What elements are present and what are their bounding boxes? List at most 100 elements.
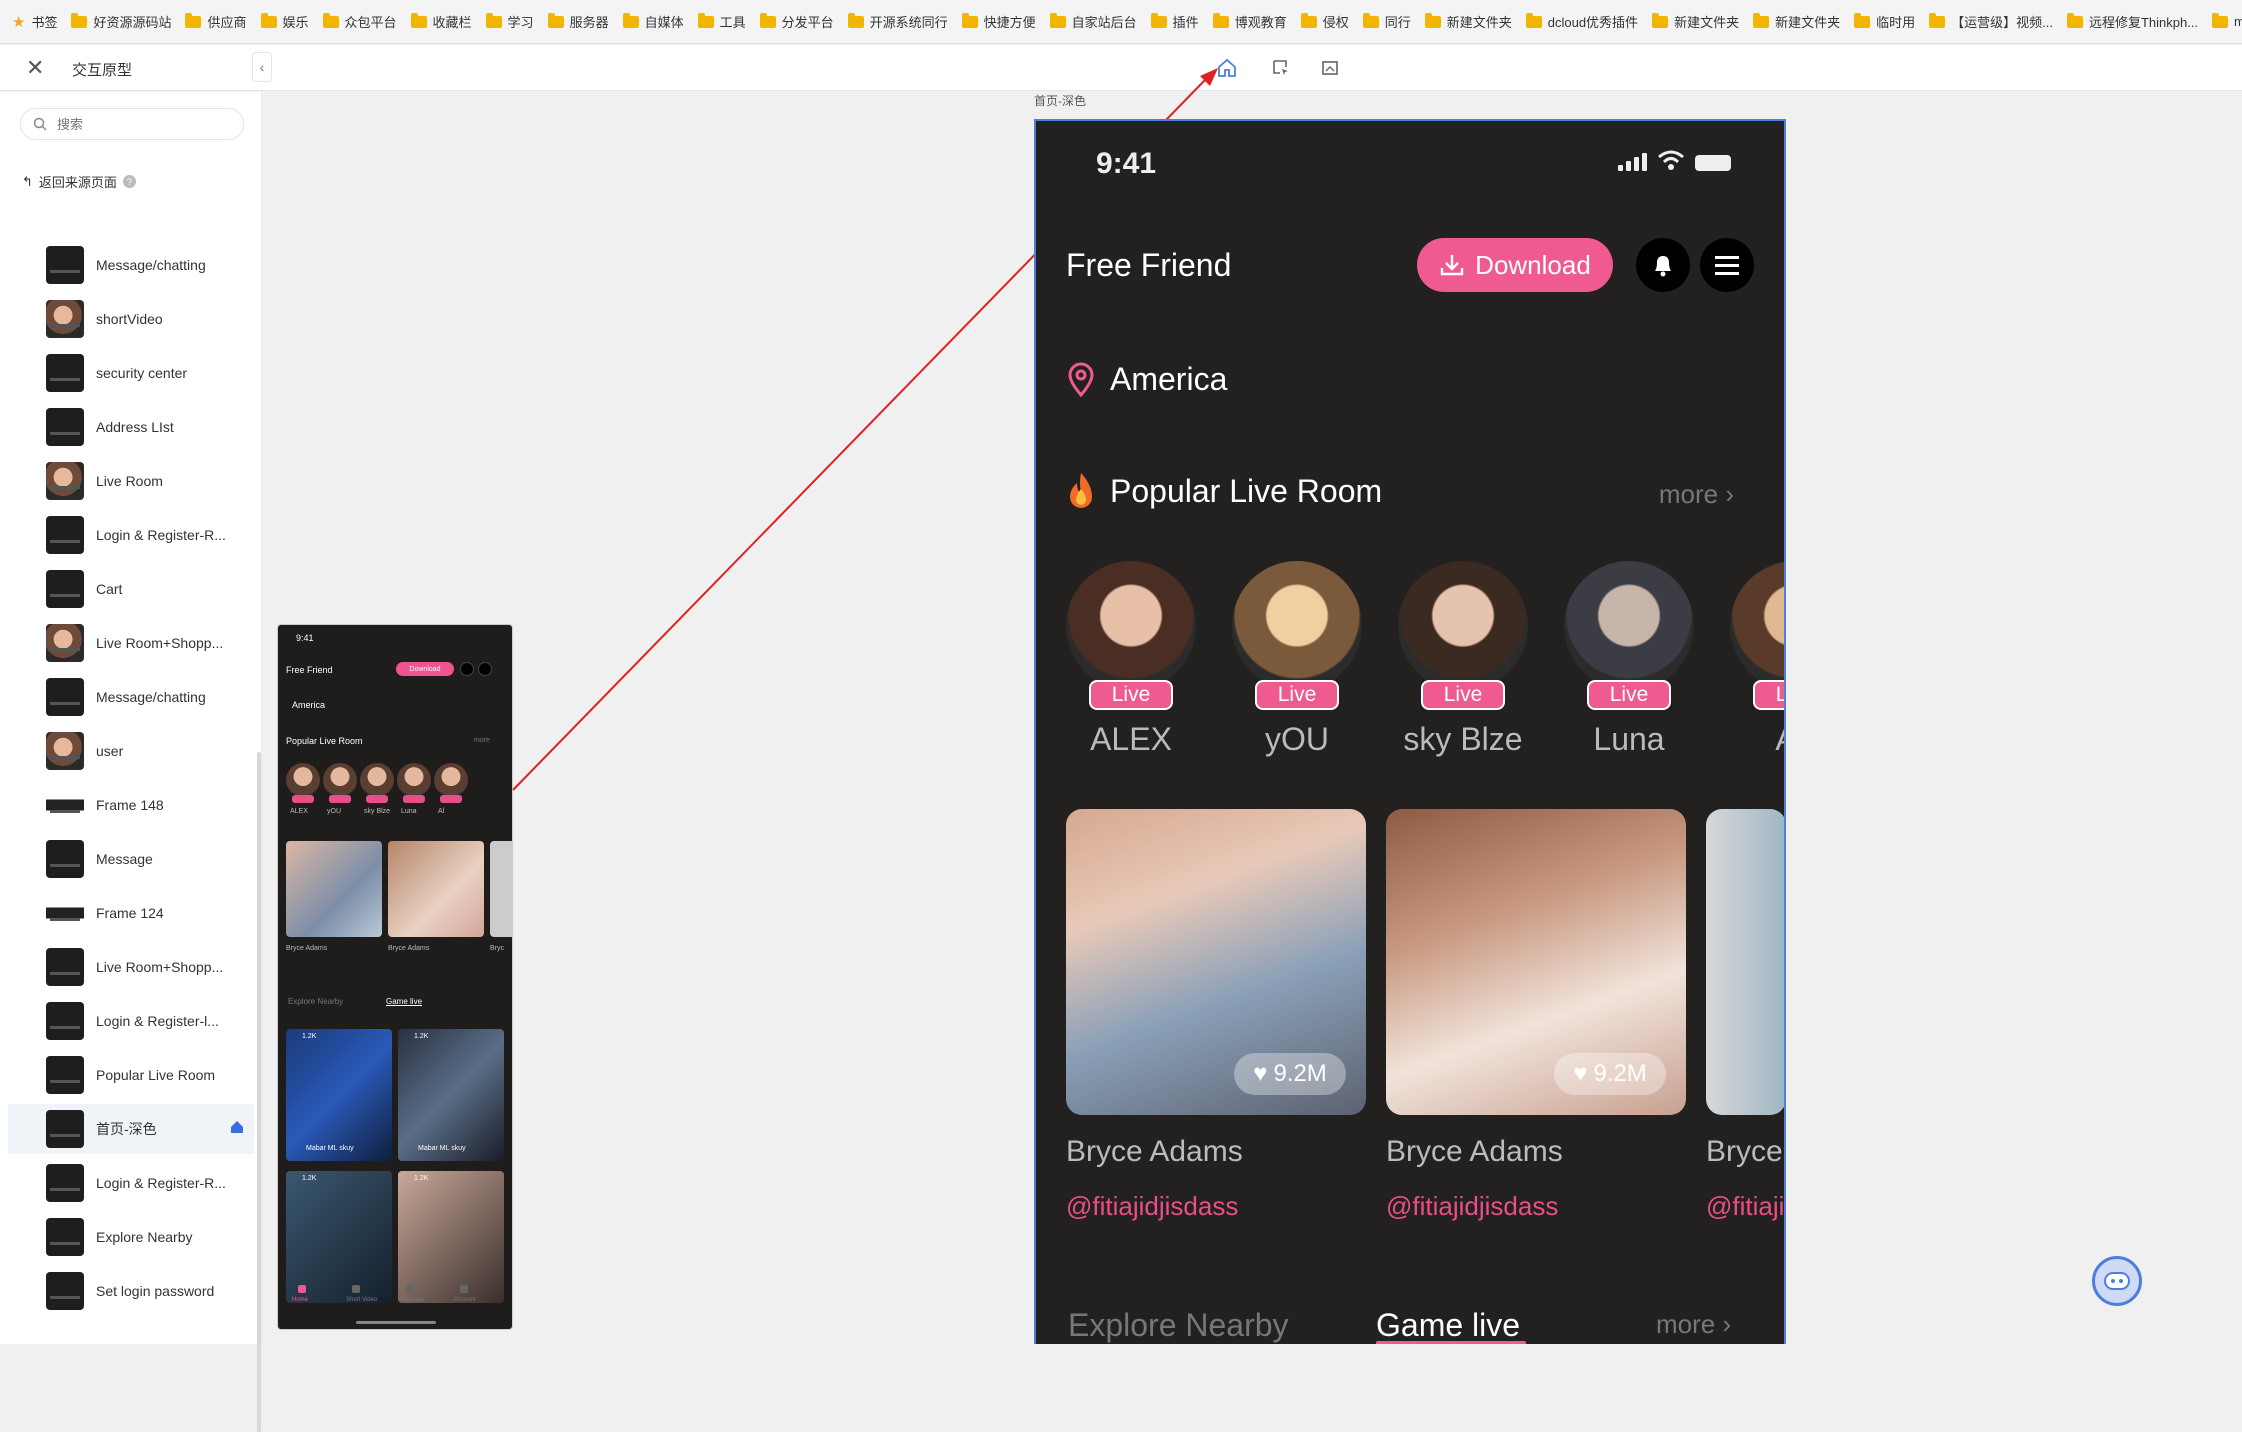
page-list-item[interactable]: Message/chatting [8, 672, 254, 722]
page-list-item[interactable]: shortVideo [8, 294, 254, 344]
bookmark-item[interactable]: 学习 [485, 12, 534, 31]
page-list-item[interactable]: Frame 148 [8, 780, 254, 830]
page-list-item[interactable]: Message/chatting [8, 240, 254, 290]
mini-card-1 [286, 841, 382, 937]
page-list-item[interactable]: security center [8, 348, 254, 398]
page-list-item[interactable]: user [8, 726, 254, 776]
bookmark-item[interactable]: 众包平台 [322, 12, 397, 31]
page-list-item[interactable]: Login & Register-R... [8, 1158, 254, 1208]
page-list-item[interactable]: Frame 124 [8, 888, 254, 938]
mini-nav-label: Account [454, 1297, 476, 1303]
bookmark-item[interactable]: 供应商 [185, 12, 247, 31]
collapse-sidebar-button[interactable]: ‹ [252, 52, 272, 82]
page-thumbnail [46, 354, 84, 392]
card-host-name: Bryce Adams [1066, 1135, 1243, 1168]
bookmark-item[interactable]: 开源系统同行 [847, 12, 948, 31]
help-icon[interactable]: ? [122, 175, 136, 188]
bookmark-item[interactable]: dcloud优秀插件 [1525, 12, 1638, 31]
bookmark-label: 服务器 [569, 15, 609, 30]
tab-game-live[interactable]: Game live [1376, 1307, 1520, 1344]
streamer-avatar[interactable] [1232, 561, 1362, 691]
page-list-item[interactable]: Popular Live Room [8, 1050, 254, 1100]
bookmark-item[interactable]: 服务器 [547, 12, 609, 31]
mini-time: 9:41 [296, 633, 314, 643]
folder-icon [961, 12, 978, 28]
more-link[interactable]: more › [1659, 479, 1734, 510]
bookmark-item[interactable]: 侵权 [1300, 12, 1349, 31]
page-list-item[interactable]: Address LIst [8, 402, 254, 452]
bookmark-item[interactable]: 工具 [697, 12, 746, 31]
search-input[interactable] [55, 115, 215, 133]
page-list-item[interactable]: Cart [8, 564, 254, 614]
live-card[interactable]: ♥ 9.2M [1066, 809, 1366, 1115]
bookmark-item[interactable]: 快捷方便 [961, 12, 1036, 31]
bookmark-item[interactable]: 插件 [1150, 12, 1199, 31]
page-list-item[interactable]: Explore Nearby [8, 1212, 254, 1262]
page-list-item[interactable]: Login & Register-l... [8, 996, 254, 1046]
page-list-label: shortVideo [96, 311, 163, 327]
page-list-item[interactable]: Login & Register-R... [8, 510, 254, 560]
bookmark-item[interactable]: 收藏栏 [410, 12, 472, 31]
bookmark-item[interactable]: 新建文件夹 [1753, 12, 1840, 31]
sidebar-scrollbar[interactable] [257, 752, 261, 1432]
mini-live-badge [440, 795, 462, 803]
page-list-item[interactable]: Live Room+Shopp... [8, 618, 254, 668]
card-host-handle[interactable]: @fitiajidjisdass [1066, 1191, 1238, 1222]
mini-streamer-name: Luna [401, 808, 417, 815]
bookmark-item[interactable]: mp3 [2212, 12, 2242, 29]
notification-button[interactable] [1636, 238, 1690, 292]
page-list-item[interactable]: 首页-深色 [8, 1104, 254, 1154]
streamer-avatar[interactable] [1066, 561, 1196, 691]
menu-button[interactable] [1700, 238, 1754, 292]
page-list-item[interactable]: Set login password [8, 1266, 254, 1316]
bookmark-item[interactable]: 自家站后台 [1049, 12, 1137, 31]
select-icon[interactable] [1268, 55, 1294, 81]
mini-phone-preview[interactable]: 9:41 Free Friend Download America Popula… [277, 624, 513, 1330]
phone-frame[interactable]: 9:41 Free Friend Download America Popula… [1034, 119, 1786, 1344]
bookmark-item[interactable]: 娱乐 [260, 12, 309, 31]
page-thumbnail [46, 1218, 84, 1256]
close-icon[interactable]: ✕ [26, 55, 44, 81]
page-list-item[interactable]: Message [8, 834, 254, 884]
bookmark-item[interactable]: 临时用 [1854, 12, 1915, 31]
card-host-handle[interactable]: @fitiajidjisdass [1386, 1191, 1558, 1222]
mini-nav-label: Short Video [346, 1297, 378, 1303]
folder-icon [1929, 12, 1946, 28]
page-list-label: Login & Register-l... [96, 1013, 219, 1029]
bookmark-item[interactable]: 同行 [1362, 12, 1411, 31]
bookmark-item[interactable]: 远程修复Thinkph... [2066, 12, 2198, 31]
bookmark-item[interactable]: 自媒体 [622, 12, 684, 31]
more-link-2[interactable]: more › [1656, 1309, 1731, 1340]
bookmark-item[interactable]: ★ 书签 [12, 12, 57, 31]
bookmark-item[interactable]: 好资源源码站 [71, 12, 171, 31]
back-to-source-link[interactable]: ↰ 返回来源页面 ? [22, 172, 136, 191]
streamer-avatar[interactable] [1564, 561, 1694, 691]
download-button[interactable]: Download [1417, 238, 1613, 292]
streamer-avatar[interactable] [1730, 561, 1784, 691]
fit-screen-icon[interactable] [1317, 55, 1343, 81]
mini-nav-label: Message [400, 1297, 425, 1303]
search-box[interactable] [20, 108, 244, 140]
live-card[interactable] [1706, 809, 1784, 1115]
page-list-item[interactable]: Live Room+Shopp... [8, 942, 254, 992]
mini-game-card: 1.2K Mabar ML skuy [398, 1029, 504, 1161]
card-host-handle[interactable]: @fitiaji [1706, 1191, 1784, 1222]
home-icon[interactable] [1214, 55, 1240, 81]
tab-explore-nearby[interactable]: Explore Nearby [1068, 1307, 1289, 1344]
bookmark-label: 众包平台 [344, 15, 397, 30]
mini-game-views: 1.2K [302, 1033, 317, 1040]
bookmark-item[interactable]: 博观教育 [1212, 12, 1287, 31]
bookmark-item[interactable]: 新建文件夹 [1424, 12, 1512, 31]
live-badge: Live [1753, 680, 1784, 710]
bookmark-item[interactable]: 分发平台 [759, 12, 834, 31]
location-row[interactable]: America [1066, 361, 1227, 398]
assistant-icon[interactable] [2092, 1256, 2142, 1306]
app-header: ✕ 交互原型 [0, 45, 2242, 91]
folder-icon [322, 12, 339, 28]
streamer-avatar[interactable] [1398, 561, 1528, 691]
live-card[interactable]: ♥ 9.2M [1386, 809, 1686, 1115]
mini-streamer-name: yOU [327, 808, 341, 815]
page-list-item[interactable]: Live Room [8, 456, 254, 506]
bookmark-item[interactable]: 【运营级】视频... [1929, 12, 2053, 31]
bookmark-item[interactable]: 新建文件夹 [1652, 12, 1739, 31]
